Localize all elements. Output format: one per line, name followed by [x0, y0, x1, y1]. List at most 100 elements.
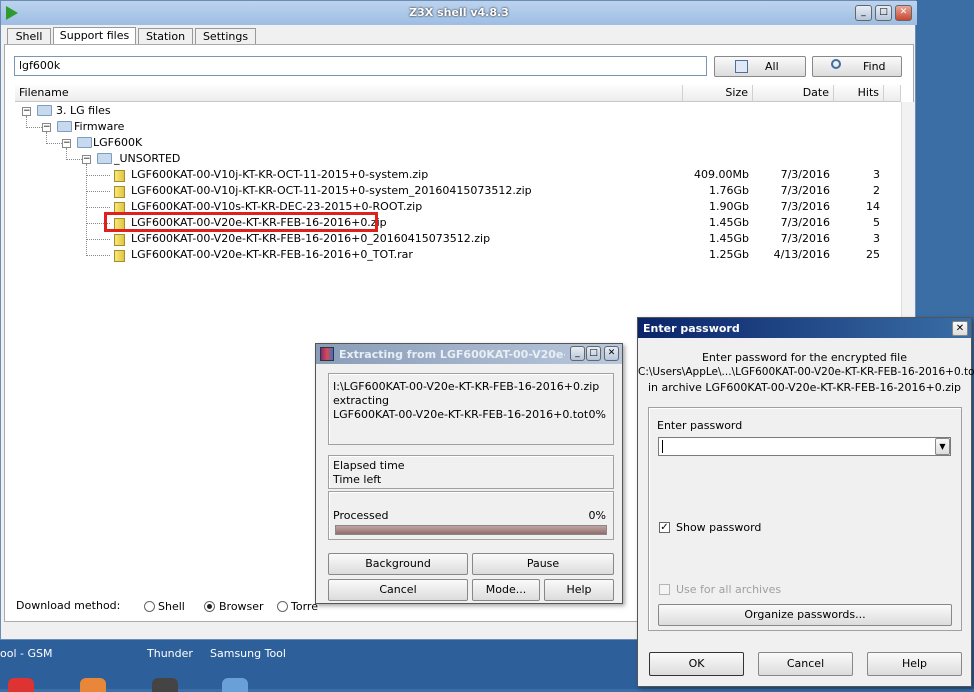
mode-button[interactable]: Mode... [472, 579, 540, 601]
tree-node-unsorted[interactable]: _UNSORTED [114, 151, 180, 167]
desktop-label-gsm[interactable]: ool - GSM [0, 647, 52, 660]
file-row-name[interactable]: LGF600KAT-00-V10j-KT-KR-OCT-11-2015+0-sy… [131, 167, 428, 183]
extract-close-button[interactable]: ✕ [604, 346, 619, 361]
tree-line [86, 164, 87, 256]
tree-line [86, 207, 110, 208]
rar-file-icon [114, 250, 125, 262]
tree-expander-collapse[interactable]: − [22, 107, 31, 116]
column-header-filename[interactable]: Filename [15, 85, 683, 102]
processed-progress-fill [336, 526, 606, 534]
extract-minimize-button[interactable]: _ [570, 346, 585, 361]
desktop-app-icon[interactable] [222, 678, 248, 692]
column-header-hits[interactable]: Hits [834, 85, 884, 102]
tree-line [86, 239, 110, 240]
file-row-size: 1.45Gb [709, 232, 749, 245]
password-close-button[interactable]: ✕ [952, 321, 968, 336]
tree-node-lg-files[interactable]: 3. LG files [56, 103, 111, 119]
radio-torrent-label[interactable]: Torre [291, 600, 318, 613]
password-help-button[interactable]: Help [867, 652, 962, 676]
zip-file-icon [114, 234, 125, 246]
show-password-checkbox[interactable]: ✓ [659, 522, 670, 533]
extract-cancel-button[interactable]: Cancel [328, 579, 468, 601]
desktop-label-thunder[interactable]: Thunder [147, 647, 193, 660]
tree-node-lgf600k[interactable]: LGF600K [93, 135, 142, 151]
file-row-date: 7/3/2016 [780, 232, 830, 245]
search-input[interactable]: lgf600k [14, 56, 707, 76]
show-password-label[interactable]: Show password [676, 521, 761, 534]
radio-shell[interactable] [144, 601, 155, 612]
all-button-label: All [765, 60, 779, 73]
tree-node-firmware[interactable]: Firmware [74, 119, 124, 135]
column-header-size[interactable]: Size [683, 85, 753, 102]
desktop-app-icon[interactable] [80, 678, 106, 692]
file-row-hits: 3 [873, 232, 880, 245]
extract-current-file: LGF600KAT-00-V20e-KT-KR-FEB-16-2016+0.to… [333, 408, 589, 421]
radio-torrent[interactable] [277, 601, 288, 612]
extract-archive-path: I:\LGF600KAT-00-V20e-KT-KR-FEB-16-2016+0… [333, 380, 600, 393]
minimize-button[interactable]: _ [855, 5, 872, 21]
file-row-name[interactable]: LGF600KAT-00-V20e-KT-KR-FEB-16-2016+0_TO… [131, 247, 413, 263]
all-button[interactable]: All [714, 56, 806, 77]
tree-expander-collapse[interactable]: − [42, 123, 51, 132]
use-for-all-label[interactable]: Use for all archives [676, 583, 781, 596]
vertical-scrollbar[interactable] [901, 102, 915, 322]
radio-shell-label[interactable]: Shell [158, 600, 185, 613]
desktop-label-samsung-tool[interactable]: Samsung Tool [210, 647, 286, 660]
password-input[interactable]: ▼ [658, 437, 951, 456]
winrar-icon [320, 347, 334, 361]
file-row-hits: 2 [873, 184, 880, 197]
desktop-app-icon[interactable] [152, 678, 178, 692]
extract-dialog-title: Extracting from LGF600KAT-00-V20e-K... [339, 348, 565, 361]
window-title: Z3X shell v4.8.3 [409, 6, 509, 19]
tab-station[interactable]: Station [138, 28, 193, 44]
extract-maximize-button[interactable]: □ [586, 346, 601, 361]
tab-shell[interactable]: Shell [7, 28, 51, 44]
maximize-button[interactable]: □ [875, 5, 892, 21]
close-button[interactable]: ✕ [895, 5, 912, 21]
desktop-app-icon[interactable] [8, 678, 34, 692]
tree-expander-collapse[interactable]: − [62, 139, 71, 148]
password-cancel-button[interactable]: Cancel [758, 652, 853, 676]
file-row-date: 7/3/2016 [780, 184, 830, 197]
background-button[interactable]: Background [328, 553, 468, 575]
file-row-date: 7/3/2016 [780, 168, 830, 181]
tree-line [86, 191, 110, 192]
extract-help-button[interactable]: Help [544, 579, 614, 601]
download-method-label: Download method: [16, 599, 121, 612]
column-header-date[interactable]: Date [753, 85, 834, 102]
text-caret [662, 440, 663, 453]
zip-file-icon [114, 186, 125, 198]
find-button[interactable]: Find [812, 56, 902, 77]
file-row-name[interactable]: LGF600KAT-00-V20e-KT-KR-FEB-16-2016+0_20… [131, 231, 490, 247]
processed-progress-bar [335, 525, 607, 535]
use-for-all-checkbox[interactable] [659, 584, 670, 595]
chevron-down-icon[interactable]: ▼ [935, 438, 950, 455]
organize-passwords-button[interactable]: Organize passwords... [658, 604, 952, 626]
file-row-date: 4/13/2016 [773, 248, 830, 261]
radio-browser-label[interactable]: Browser [219, 600, 264, 613]
column-header-spacer [884, 85, 901, 102]
tab-settings[interactable]: Settings [195, 28, 256, 44]
file-row-date: 7/3/2016 [780, 200, 830, 213]
tab-support-files[interactable]: Support files [53, 27, 136, 45]
file-row-size: 1.90Gb [709, 200, 749, 213]
list-icon [735, 60, 748, 73]
folder-icon [97, 153, 112, 164]
file-row-size: 1.45Gb [709, 216, 749, 229]
radio-browser[interactable] [204, 601, 215, 612]
tree-line [26, 127, 42, 128]
processed-label: Processed [333, 509, 389, 522]
folder-icon [37, 105, 52, 116]
file-row-name[interactable]: LGF600KAT-00-V10j-KT-KR-OCT-11-2015+0-sy… [131, 183, 532, 199]
extract-dialog: Extracting from LGF600KAT-00-V20e-K... _… [315, 343, 623, 604]
file-row-hits: 14 [866, 200, 880, 213]
zip-file-icon [114, 170, 125, 182]
tree-line [46, 143, 62, 144]
highlight-box [104, 212, 378, 232]
tree-expander-collapse[interactable]: − [82, 155, 91, 164]
ok-button[interactable]: OK [649, 652, 744, 676]
file-row-hits: 25 [866, 248, 880, 261]
processed-percent: 0% [588, 509, 606, 522]
pause-button[interactable]: Pause [472, 553, 614, 575]
extract-status: extracting [333, 394, 390, 407]
